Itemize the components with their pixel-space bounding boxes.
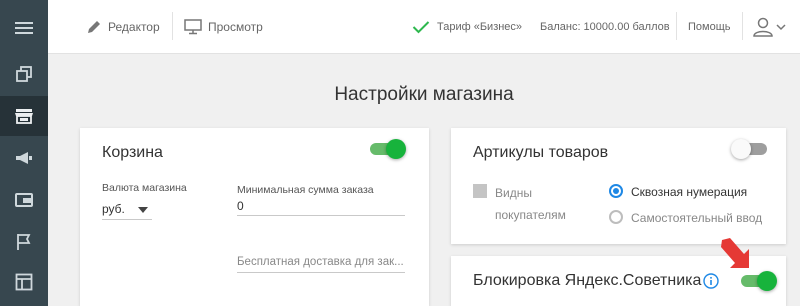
toggle-knob xyxy=(386,139,406,159)
dropdown-arrow-icon xyxy=(138,207,148,213)
red-arrow-pointer xyxy=(721,238,749,268)
sidebar-item-promo[interactable] xyxy=(0,138,48,178)
flag-icon xyxy=(17,234,31,250)
visible-line2: покупателям xyxy=(495,208,566,222)
radio-through-numbering[interactable] xyxy=(609,184,623,198)
currency-label: Валюта магазина xyxy=(102,182,187,194)
help-link[interactable]: Помощь xyxy=(688,0,731,54)
currency-value: руб. xyxy=(102,202,125,216)
sidebar-item-store[interactable] xyxy=(0,96,48,136)
monitor-icon xyxy=(184,19,202,35)
divider xyxy=(172,12,173,40)
layout-icon xyxy=(15,273,33,291)
min-order-label: Минимальная сумма заказа xyxy=(237,184,374,196)
wallet-icon xyxy=(15,193,33,207)
free-delivery-placeholder: Бесплатная доставка для зак... xyxy=(237,256,404,268)
cart-card-title: Корзина xyxy=(102,144,163,161)
currency-underline xyxy=(102,219,152,220)
checkmark-icon xyxy=(412,21,430,34)
cart-settings-card: Корзина Валюта магазина руб. Минимальная… xyxy=(80,128,429,306)
sku-toggle[interactable] xyxy=(731,137,767,161)
sidebar-menu-button[interactable] xyxy=(0,8,48,48)
editor-button[interactable]: Редактор xyxy=(86,0,160,54)
currency-select[interactable]: руб. xyxy=(102,198,152,220)
hamburger-menu-icon xyxy=(15,22,33,34)
balance-label: Баланс: 10000.00 баллов xyxy=(540,21,670,33)
visible-line1: Видны xyxy=(495,186,532,200)
min-order-input[interactable]: 0 xyxy=(237,198,405,220)
sidebar-item-layout[interactable] xyxy=(0,262,48,302)
preview-label: Просмотр xyxy=(208,20,263,34)
sku-settings-card: Артикулы товаров Видны покупателям Сквоз… xyxy=(451,128,786,244)
chevron-down-icon xyxy=(776,24,786,31)
pencil-icon xyxy=(88,21,100,33)
sidebar-item-promotions[interactable] xyxy=(0,222,48,262)
toggle-knob xyxy=(731,139,751,159)
yandex-card-title: Блокировка Яндекс.Советника xyxy=(473,272,702,289)
visible-to-buyers-label: Видны покупателям xyxy=(495,182,566,226)
top-bar: Редактор Просмотр Тариф «Бизнес» Баланс:… xyxy=(48,0,800,54)
copy-pages-icon xyxy=(16,66,32,82)
sidebar-item-pages[interactable] xyxy=(0,54,48,94)
cart-toggle[interactable] xyxy=(370,137,406,161)
radio-manual-entry-label: Самостоятельный ввод xyxy=(631,211,763,225)
preview-button[interactable]: Просмотр xyxy=(184,0,263,54)
sidebar-item-payments[interactable] xyxy=(0,180,48,220)
megaphone-icon xyxy=(16,152,32,164)
tariff-link[interactable]: Тариф «Бизнес» xyxy=(412,0,522,54)
balance[interactable]: Баланс: 10000.00 баллов xyxy=(540,0,670,54)
user-icon xyxy=(753,17,773,37)
store-icon xyxy=(15,109,33,124)
free-delivery-input[interactable]: Бесплатная доставка для зак... xyxy=(237,252,405,274)
page-title: Настройки магазина xyxy=(334,84,514,105)
radio-manual-entry[interactable] xyxy=(609,210,623,224)
toggle-knob xyxy=(757,271,777,291)
sku-card-title: Артикулы товаров xyxy=(473,144,609,161)
editor-label: Редактор xyxy=(108,20,160,34)
user-menu[interactable] xyxy=(752,0,786,54)
min-order-value: 0 xyxy=(237,199,244,213)
visible-to-buyers-checkbox[interactable] xyxy=(473,184,487,198)
divider xyxy=(676,12,677,40)
tariff-label: Тариф «Бизнес» xyxy=(437,21,523,33)
divider xyxy=(742,12,743,40)
free-delivery-underline xyxy=(237,272,405,273)
min-order-underline xyxy=(237,215,405,216)
help-label: Помощь xyxy=(688,21,731,33)
sidebar xyxy=(0,0,48,306)
radio-through-numbering-label: Сквозная нумерация xyxy=(631,185,748,199)
